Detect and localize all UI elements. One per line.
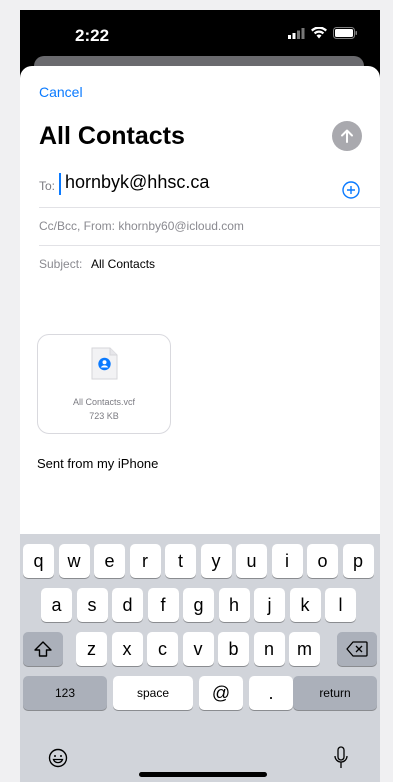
key-b[interactable]: b xyxy=(218,632,249,666)
email-signature[interactable]: Sent from my iPhone xyxy=(37,456,158,471)
key-d[interactable]: d xyxy=(112,588,143,622)
cc-bcc-from-field[interactable]: Cc/Bcc, From: khornby60@icloud.com xyxy=(39,219,244,233)
key-y[interactable]: y xyxy=(200,544,232,578)
keyboard-row-2: asdfghjkl xyxy=(20,588,380,622)
key-t[interactable]: t xyxy=(165,544,196,578)
compose-sheet: Cancel All Contacts To: hornbyk@hhsc.ca … xyxy=(20,66,380,782)
delete-key[interactable] xyxy=(337,632,377,666)
key-k[interactable]: k xyxy=(289,588,321,622)
shift-key[interactable] xyxy=(23,632,63,666)
key-m[interactable]: m xyxy=(289,632,320,666)
status-time: 2:22 xyxy=(75,26,110,45)
cc-bcc-from-row[interactable]: Cc/Bcc, From: khornby60@icloud.com xyxy=(39,207,380,246)
return-key[interactable]: return xyxy=(293,676,377,710)
key-x[interactable]: x xyxy=(111,632,143,666)
keyboard: qwertyuiop asdfghjkl zxcvbnm 123 space @… xyxy=(20,534,380,782)
subject-label: Subject: xyxy=(39,257,83,271)
key-j[interactable]: j xyxy=(254,588,285,622)
keyboard-row-3: zxcvbnm xyxy=(20,632,380,666)
shift-icon xyxy=(34,641,52,657)
at-key[interactable]: @ xyxy=(199,676,243,710)
key-a[interactable]: a xyxy=(41,588,72,622)
cellular-signal-icon xyxy=(288,27,305,39)
attachment-filename: All Contacts.vcf xyxy=(72,397,136,407)
key-e[interactable]: e xyxy=(94,544,125,578)
attachment-card[interactable]: All Contacts.vcf 723 KB xyxy=(37,334,171,434)
to-field[interactable]: hornbyk@hhsc.ca xyxy=(65,172,209,193)
to-field-row[interactable]: To: hornbyk@hhsc.ca xyxy=(39,169,380,208)
key-f[interactable]: f xyxy=(147,588,179,622)
home-indicator[interactable] xyxy=(139,772,267,777)
wifi-icon xyxy=(311,27,327,39)
microphone-icon[interactable] xyxy=(334,746,348,770)
keyboard-row-4: 123 space @ . return xyxy=(20,676,380,710)
emoji-icon[interactable] xyxy=(48,748,68,768)
subject-field[interactable]: All Contacts xyxy=(91,257,155,271)
key-l[interactable]: l xyxy=(325,588,356,622)
space-key[interactable]: space xyxy=(113,676,193,710)
battery-icon xyxy=(333,27,357,39)
status-icons xyxy=(288,27,358,39)
send-button[interactable] xyxy=(332,121,362,151)
key-p[interactable]: p xyxy=(342,544,374,578)
key-h[interactable]: h xyxy=(218,588,250,622)
cancel-button[interactable]: Cancel xyxy=(39,84,83,100)
key-o[interactable]: o xyxy=(307,544,338,578)
numbers-key[interactable]: 123 xyxy=(23,676,107,710)
phone-screen: 2:22 Cancel All Contacts To: hornbyk@hhs… xyxy=(20,10,380,782)
key-c[interactable]: c xyxy=(147,632,178,666)
compose-title: All Contacts xyxy=(39,122,185,150)
text-cursor xyxy=(59,173,61,195)
attachment-size: 723 KB xyxy=(89,411,119,421)
key-v[interactable]: v xyxy=(182,632,214,666)
key-s[interactable]: s xyxy=(76,588,108,622)
key-u[interactable]: u xyxy=(236,544,267,578)
key-w[interactable]: w xyxy=(58,544,90,578)
status-bar: 2:22 xyxy=(20,10,380,60)
key-q[interactable]: q xyxy=(23,544,54,578)
subject-row[interactable]: Subject: All Contacts xyxy=(39,245,380,283)
key-z[interactable]: z xyxy=(76,632,107,666)
key-r[interactable]: r xyxy=(129,544,161,578)
contact-card-file-icon xyxy=(91,347,118,380)
period-key[interactable]: . xyxy=(249,676,293,710)
to-label: To: xyxy=(39,179,56,193)
send-arrow-icon xyxy=(341,129,353,143)
key-g[interactable]: g xyxy=(183,588,214,622)
keyboard-row-1: qwertyuiop xyxy=(20,544,380,578)
delete-icon xyxy=(346,641,368,657)
add-contact-icon[interactable] xyxy=(342,181,360,199)
key-i[interactable]: i xyxy=(271,544,303,578)
key-n[interactable]: n xyxy=(253,632,285,666)
